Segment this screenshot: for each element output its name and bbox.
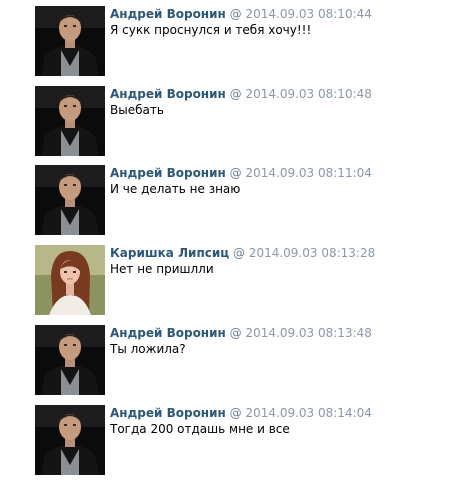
at-separator: @ bbox=[229, 87, 242, 101]
at-separator: @ bbox=[232, 246, 245, 260]
male-avatar-photo bbox=[35, 165, 105, 235]
avatar[interactable] bbox=[35, 405, 105, 475]
message-text: Нет не пришлли bbox=[110, 262, 214, 276]
avatar[interactable] bbox=[35, 245, 105, 315]
message-meta: Андрей Воронин @ 2014.09.03 08:10:44 bbox=[110, 7, 372, 22]
message-meta: Андрей Воронин @ 2014.09.03 08:14:04 bbox=[110, 406, 372, 421]
message-item: Андрей Воронин @ 2014.09.03 08:14:04 Тог… bbox=[35, 405, 465, 475]
message-item: Каришка Липсиц @ 2014.09.03 08:13:28 Нет… bbox=[35, 245, 465, 315]
message-item: Андрей Воронин @ 2014.09.03 08:10:44 Я с… bbox=[35, 6, 465, 76]
at-separator: @ bbox=[229, 326, 242, 340]
message-text: Ты ложила? bbox=[110, 342, 186, 356]
author-link[interactable]: Каришка Липсиц bbox=[110, 246, 229, 260]
message-item: Андрей Воронин @ 2014.09.03 08:10:48 Вые… bbox=[35, 86, 465, 156]
author-link[interactable]: Андрей Воронин bbox=[110, 326, 226, 340]
timestamp: 2014.09.03 08:14:04 bbox=[245, 406, 372, 420]
male-avatar-photo bbox=[35, 6, 105, 76]
avatar[interactable] bbox=[35, 6, 105, 76]
message-text: Выебать bbox=[110, 103, 164, 117]
male-avatar-photo bbox=[35, 325, 105, 395]
timestamp: 2014.09.03 08:13:28 bbox=[248, 246, 376, 260]
male-avatar-photo bbox=[35, 86, 105, 156]
avatar[interactable] bbox=[35, 165, 105, 235]
message-meta: Андрей Воронин @ 2014.09.03 08:10:48 bbox=[110, 87, 372, 102]
timestamp: 2014.09.03 08:10:44 bbox=[245, 7, 372, 21]
avatar[interactable] bbox=[35, 325, 105, 395]
at-separator: @ bbox=[229, 166, 242, 180]
avatar[interactable] bbox=[35, 86, 105, 156]
timestamp: 2014.09.03 08:11:04 bbox=[245, 166, 372, 180]
male-avatar-photo bbox=[35, 405, 105, 475]
timestamp: 2014.09.03 08:10:48 bbox=[245, 87, 372, 101]
timestamp: 2014.09.03 08:13:48 bbox=[245, 326, 372, 340]
message-meta: Андрей Воронин @ 2014.09.03 08:13:48 bbox=[110, 326, 372, 341]
author-link[interactable]: Андрей Воронин bbox=[110, 406, 226, 420]
message-text: И че делать не знаю bbox=[110, 182, 241, 196]
author-link[interactable]: Андрей Воронин bbox=[110, 87, 226, 101]
message-item: Андрей Воронин @ 2014.09.03 08:13:48 Ты … bbox=[35, 325, 465, 395]
message-meta: Андрей Воронин @ 2014.09.03 08:11:04 bbox=[110, 166, 372, 181]
message-text: Я сукк проснулся и тебя хочу!!! bbox=[110, 23, 312, 37]
author-link[interactable]: Андрей Воронин bbox=[110, 7, 226, 21]
message-text: Тогда 200 отдашь мне и все bbox=[110, 422, 290, 436]
female-avatar-photo bbox=[35, 245, 105, 315]
at-separator: @ bbox=[229, 7, 242, 21]
at-separator: @ bbox=[229, 406, 242, 420]
author-link[interactable]: Андрей Воронин bbox=[110, 166, 226, 180]
message-item: Андрей Воронин @ 2014.09.03 08:11:04 И ч… bbox=[35, 165, 465, 235]
message-meta: Каришка Липсиц @ 2014.09.03 08:13:28 bbox=[110, 246, 375, 261]
